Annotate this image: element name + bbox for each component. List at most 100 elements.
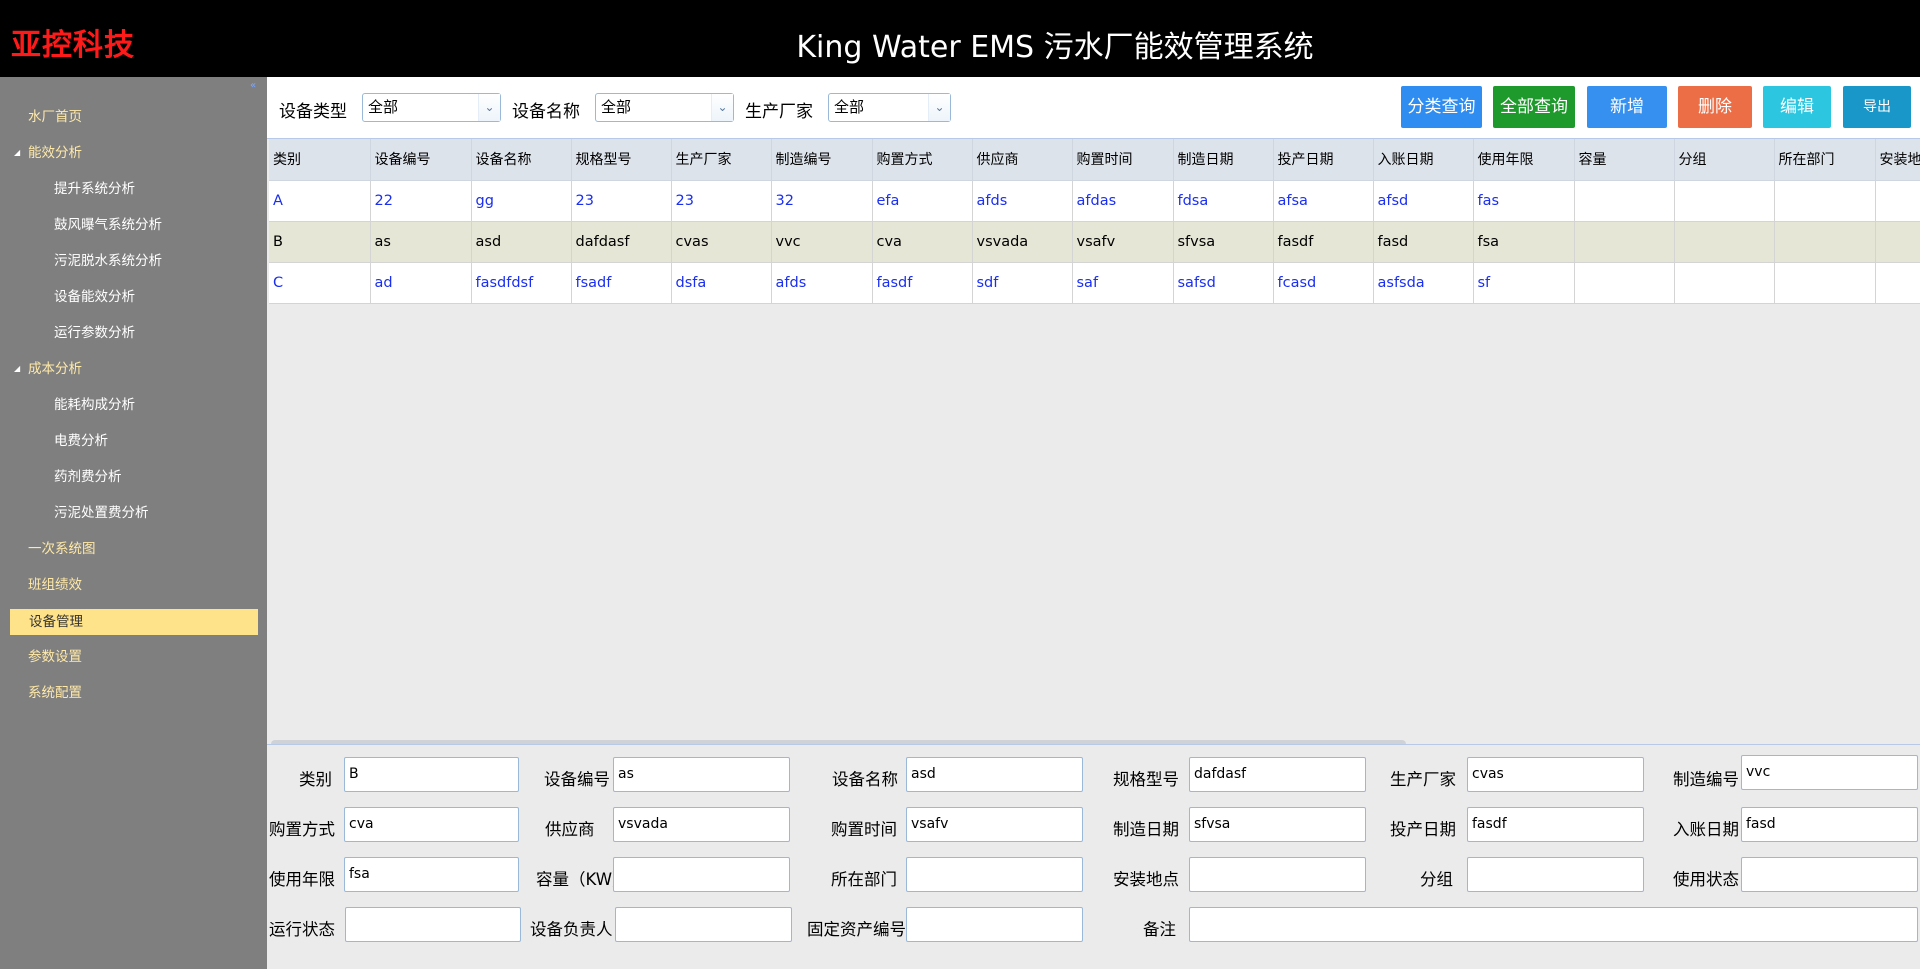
table-cell: B [269, 221, 371, 263]
table-cell: fasd [1373, 221, 1474, 263]
nav-system-config[interactable]: 系统配置 [28, 680, 82, 706]
commission-date-field[interactable]: fasdf [1467, 807, 1644, 842]
mfg-date-field[interactable]: sfvsa [1189, 807, 1366, 842]
purchase-time-field[interactable]: vsafv [906, 807, 1083, 842]
maker-field[interactable]: cvas [1467, 757, 1644, 792]
use-status-field[interactable] [1741, 857, 1918, 892]
column-header[interactable]: 设备名称 [471, 139, 572, 181]
nav-cost-analysis-label: 成本分析 [28, 361, 82, 377]
column-header[interactable]: 规格型号 [571, 139, 672, 181]
nav-device-efficiency-analysis[interactable]: 设备能效分析 [54, 284, 135, 310]
column-header[interactable]: 所在部门 [1774, 139, 1876, 181]
nav-water-plant-home[interactable]: 水厂首页 [28, 104, 82, 130]
nav-electricity-fee-analysis[interactable]: 电费分析 [54, 428, 108, 454]
table-row[interactable]: A 22 gg 23 23 32 efa afds afdas fdsa afs… [269, 180, 1920, 222]
app-title: King Water EMS 污水厂能效管理系统 [0, 22, 1920, 66]
nav-team-performance[interactable]: 班组绩效 [28, 572, 82, 598]
table-cell [1574, 262, 1675, 304]
owner-field[interactable] [615, 907, 792, 942]
table-cell: 23 [571, 180, 672, 222]
maker-select[interactable]: 全部 ⌄ [828, 93, 951, 122]
table-cell: as [370, 221, 472, 263]
capacity-field[interactable] [613, 857, 790, 892]
run-status-field[interactable] [345, 907, 521, 942]
device-name-field[interactable]: asd [906, 757, 1083, 792]
category-field[interactable]: B [344, 757, 519, 792]
table-cell: sf [1473, 262, 1575, 304]
device-type-select[interactable]: 全部 ⌄ [362, 93, 501, 122]
table-cell: fcasd [1273, 262, 1374, 304]
edit-button[interactable]: 编辑 [1763, 86, 1831, 128]
device-name-select[interactable]: 全部 ⌄ [595, 93, 734, 122]
table-row-selected[interactable]: B as asd dafdasf cvas vvc cva vsvada vsa… [269, 221, 1920, 263]
table-cell: vvc [771, 221, 873, 263]
column-header[interactable]: 类别 [269, 139, 371, 181]
nav-aeration-system-analysis[interactable]: 鼓风曝气系统分析 [54, 212, 162, 238]
nav-parameter-settings[interactable]: 参数设置 [28, 644, 82, 670]
device-name-label: 设备名称 [512, 102, 580, 122]
column-header[interactable]: 制造日期 [1173, 139, 1274, 181]
table-cell: sfvsa [1173, 221, 1274, 263]
table-cell: dafdasf [571, 221, 672, 263]
nav-cost-analysis[interactable]: ◢ 成本分析 [14, 356, 82, 382]
table-cell: asfsda [1373, 262, 1474, 304]
service-life-field[interactable]: fsa [344, 857, 519, 892]
department-label: 所在部门 [831, 870, 897, 889]
service-life-label: 使用年限 [269, 870, 335, 889]
column-header[interactable]: 分组 [1674, 139, 1775, 181]
nav-primary-system-diagram[interactable]: 一次系统图 [28, 536, 96, 562]
nav-sludge-dewatering-analysis[interactable]: 污泥脱水系统分析 [54, 248, 162, 274]
maker-label: 生产厂家 [745, 102, 813, 122]
asset-no-field[interactable] [906, 907, 1083, 942]
department-field[interactable] [906, 857, 1083, 892]
expand-triangle-icon: ◢ [14, 364, 21, 373]
device-no-label: 设备编号 [544, 770, 610, 789]
column-header[interactable]: 设备编号 [370, 139, 472, 181]
column-header[interactable]: 使用年限 [1473, 139, 1575, 181]
mfg-no-field[interactable]: vvc [1741, 755, 1918, 790]
delete-button[interactable]: 删除 [1678, 86, 1752, 128]
column-header[interactable]: 购置方式 [872, 139, 973, 181]
table-cell [1574, 180, 1675, 222]
nav-chemical-fee-analysis[interactable]: 药剂费分析 [54, 464, 122, 490]
table-cell: asd [471, 221, 572, 263]
column-header[interactable]: 入账日期 [1373, 139, 1474, 181]
table-cell [1574, 221, 1675, 263]
column-header[interactable]: 容量 [1574, 139, 1675, 181]
device-name-value: 全部 [601, 98, 632, 116]
column-header[interactable]: 投产日期 [1273, 139, 1374, 181]
nav-device-management[interactable]: 设备管理 [10, 609, 258, 635]
table-row[interactable]: C ad fasdfdsf fsadf dsfa afds fasdf sdf … [269, 262, 1920, 304]
remark-field[interactable] [1189, 907, 1918, 942]
table-cell: afsd [1373, 180, 1474, 222]
mfg-no-label: 制造编号 [1673, 770, 1739, 789]
group-field[interactable] [1467, 857, 1644, 892]
supplier-field[interactable]: vsvada [613, 807, 790, 842]
category-query-button[interactable]: 分类查询 [1401, 86, 1482, 128]
nav-run-parameter-analysis[interactable]: 运行参数分析 [54, 320, 135, 346]
install-location-field[interactable] [1189, 857, 1366, 892]
column-header[interactable]: 供应商 [972, 139, 1073, 181]
spec-field[interactable]: dafdasf [1189, 757, 1366, 792]
asset-no-label: 固定资产编号 [807, 920, 906, 939]
collapse-icon[interactable]: « [247, 80, 259, 92]
chevron-down-icon: ⌄ [478, 94, 500, 121]
column-header[interactable]: 制造编号 [771, 139, 873, 181]
add-button[interactable]: 新增 [1587, 86, 1667, 128]
all-query-button[interactable]: 全部查询 [1493, 86, 1575, 128]
nav-lift-system-analysis[interactable]: 提升系统分析 [54, 176, 135, 202]
owner-label: 设备负责人 [530, 920, 613, 939]
column-header[interactable]: 安装地点 [1875, 139, 1920, 181]
nav-sludge-disposal-fee-analysis[interactable]: 污泥处置费分析 [54, 500, 149, 526]
nav-energy-composition-analysis[interactable]: 能耗构成分析 [54, 392, 135, 418]
table-cell [1875, 262, 1920, 304]
nav-efficiency-analysis[interactable]: ◢ 能效分析 [14, 140, 82, 166]
table-cell [1774, 221, 1876, 263]
column-header[interactable]: 购置时间 [1072, 139, 1174, 181]
booking-date-field[interactable]: fasd [1741, 807, 1918, 842]
device-no-field[interactable]: as [613, 757, 790, 792]
purchase-mode-field[interactable]: cva [344, 807, 519, 842]
column-header[interactable]: 生产厂家 [671, 139, 772, 181]
export-button[interactable]: 导出 [1843, 86, 1911, 128]
table-cell [1774, 262, 1876, 304]
